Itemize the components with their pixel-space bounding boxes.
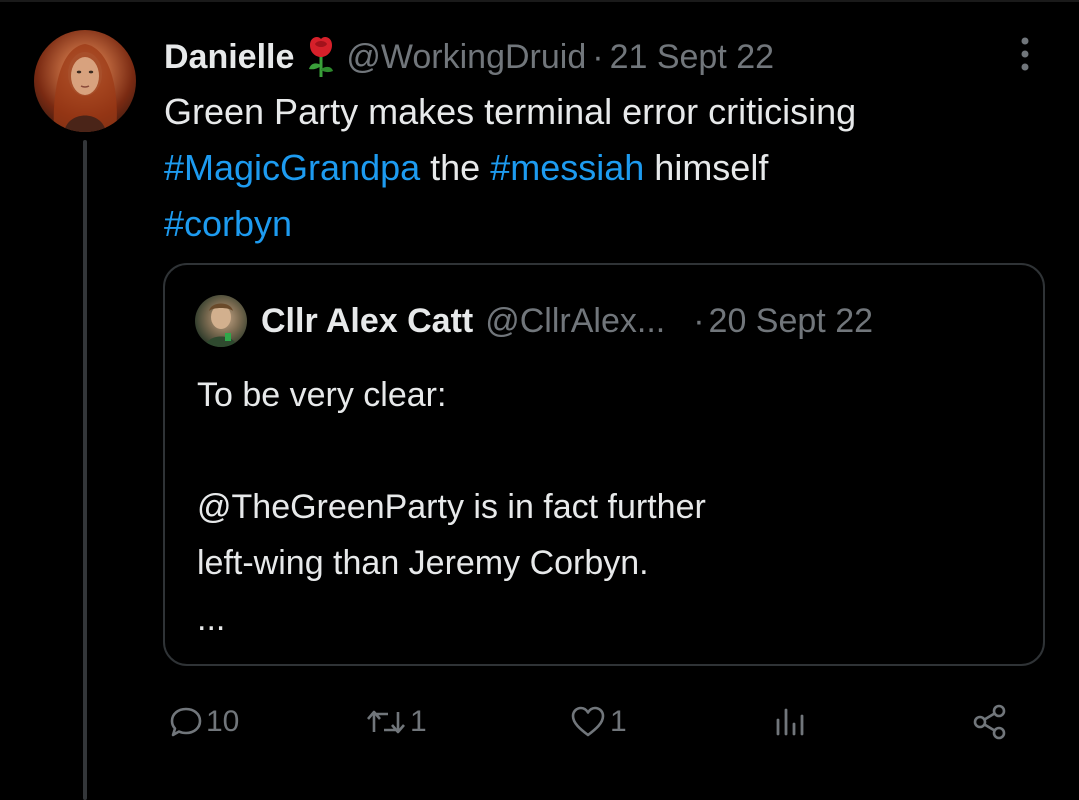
separator-dot: · [592, 37, 604, 76]
retweet-icon [367, 710, 405, 734]
more-vertical-icon [1021, 37, 1029, 71]
rose-emoji-icon [304, 35, 338, 79]
tweet-actions: 10 1 1 [164, 692, 1024, 752]
author-handle[interactable]: @WorkingDruid [346, 38, 586, 77]
quoted-tweet-header: Cllr Alex Catt @CllrAlex... · 20 Sept 22 [261, 295, 873, 347]
top-divider [0, 0, 1079, 2]
share-icon [973, 704, 1006, 740]
quoted-author-name: Cllr Alex Catt [261, 301, 474, 340]
quoted-tweet-card[interactable]: Cllr Alex Catt @CllrAlex... · 20 Sept 22… [163, 263, 1045, 666]
tweet-text-the: the [420, 147, 491, 188]
author-name[interactable]: Danielle [164, 38, 294, 77]
quoted-text-ellipsis: ... [197, 600, 226, 638]
tweet-text-line1: Green Party makes terminal error critici… [164, 91, 857, 132]
like-button[interactable]: 1 [568, 692, 627, 752]
tweet-date[interactable]: 21 Sept 22 [610, 38, 774, 77]
quoted-author-avatar [195, 295, 247, 347]
like-icon [571, 706, 605, 737]
reply-count: 10 [206, 705, 240, 738]
reply-button[interactable]: 10 [168, 692, 239, 752]
share-button[interactable] [970, 692, 1010, 752]
tweet-text-himself: himself [644, 147, 769, 188]
more-options-button[interactable] [1008, 34, 1042, 74]
like-count: 1 [610, 705, 627, 738]
quoted-tweet-date: 20 Sept 22 [708, 301, 874, 340]
author-avatar[interactable] [34, 30, 136, 132]
thread-line [83, 140, 87, 800]
reply-icon [170, 707, 202, 737]
hashtag-corbyn[interactable]: #corbyn [164, 203, 292, 244]
quoted-tweet-text: To be very clear: @TheGreenParty is in f… [197, 367, 1017, 647]
quoted-author-handle: @CllrAlex... [485, 301, 666, 340]
views-button[interactable] [772, 692, 808, 752]
quoted-text-line: @TheGreenParty is in fact further [197, 488, 706, 526]
hashtag-messiah[interactable]: #messiah [490, 147, 644, 188]
retweet-count: 1 [410, 705, 427, 738]
tweet-text: Green Party makes terminal error critici… [164, 84, 1044, 252]
quoted-text-line: To be very clear: [197, 376, 447, 414]
hashtag-magicgrandpa[interactable]: #MagicGrandpa [164, 147, 420, 188]
tweet-header: Danielle @WorkingDruid · 21 Sept 22 [164, 34, 774, 80]
quoted-text-line [197, 423, 1017, 479]
quoted-separator-dot: · [693, 301, 705, 340]
retweet-button[interactable]: 1 [364, 692, 427, 752]
quoted-text-line: left-wing than Jeremy Corbyn. [197, 544, 649, 582]
views-icon [776, 708, 804, 736]
